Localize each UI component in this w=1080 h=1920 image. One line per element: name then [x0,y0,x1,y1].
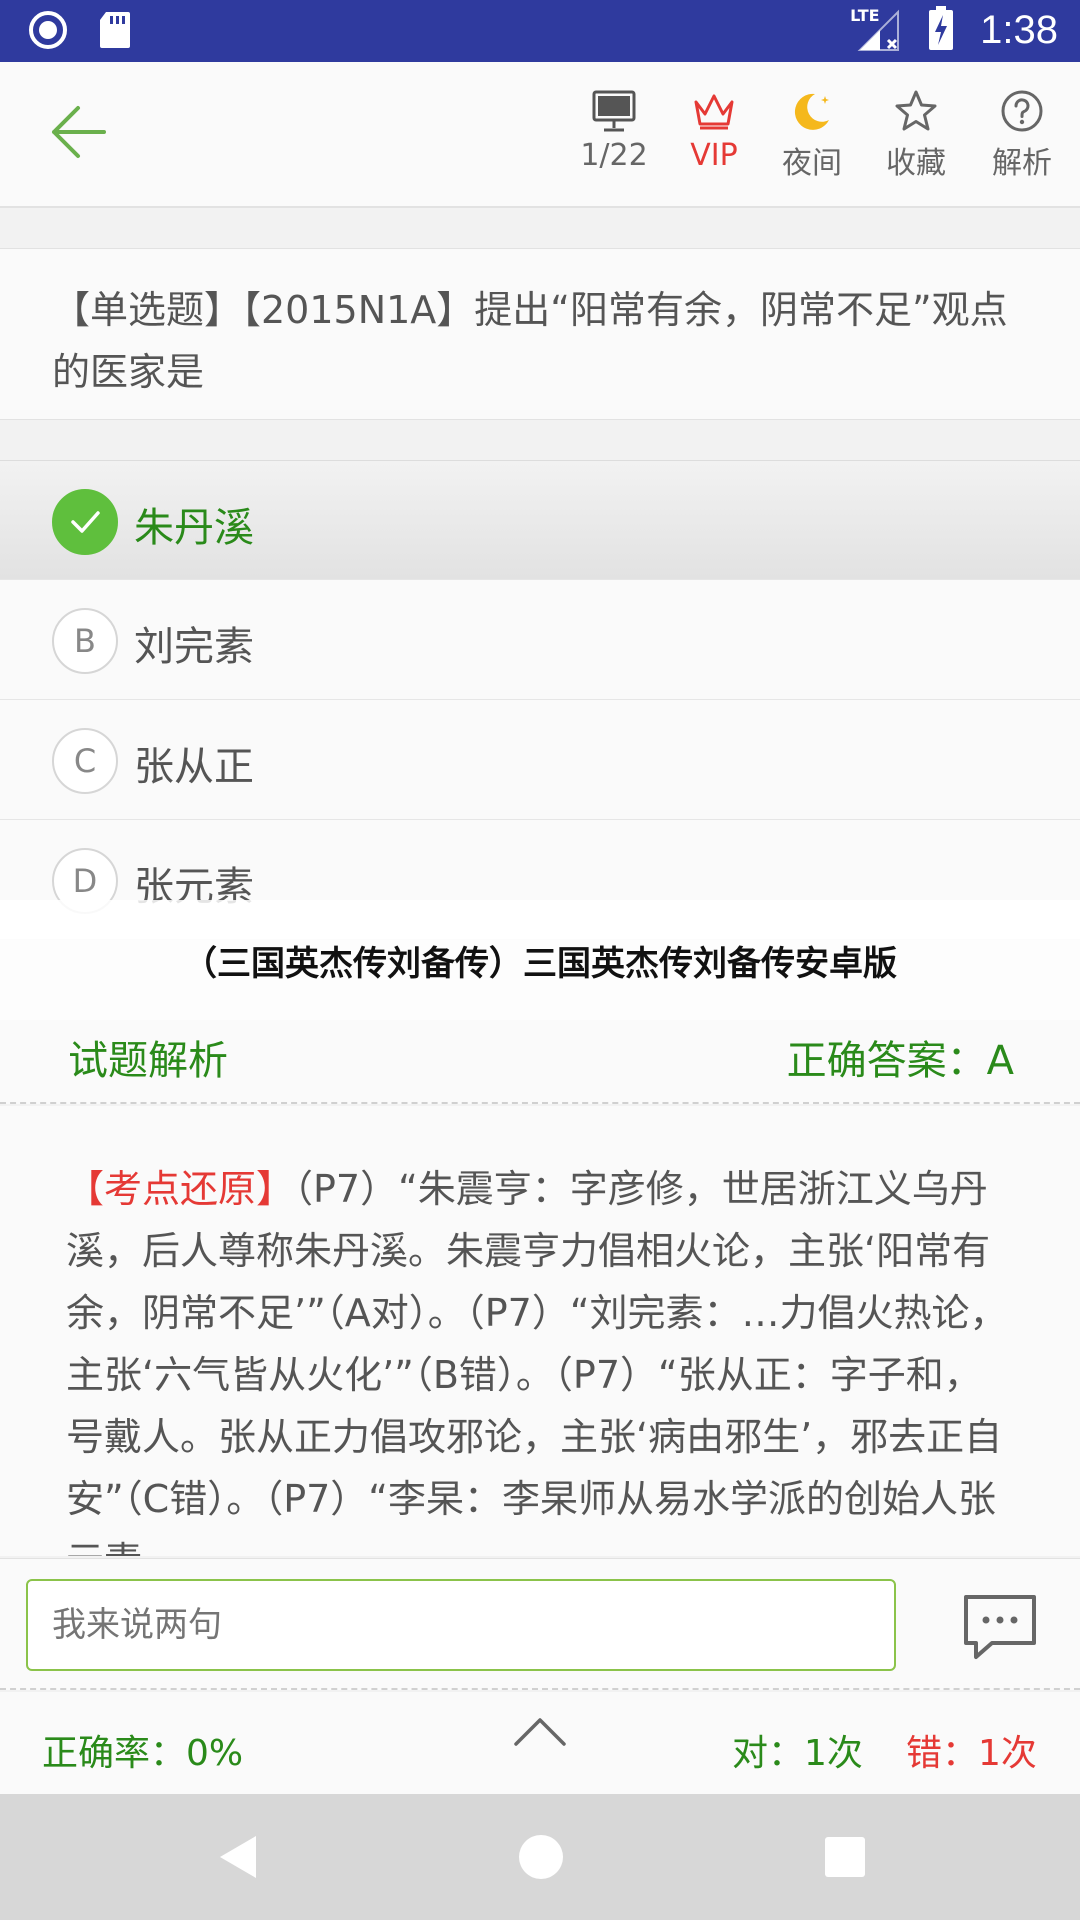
nav-recents-button[interactable] [820,1832,870,1882]
stats-bar: 正确率：0% 对：1次 错：1次 [0,1692,1080,1794]
chat-bubble-icon [964,1595,1036,1659]
comment-input[interactable] [26,1579,896,1671]
analysis-header: 试题解析 正确答案：A [0,1020,1080,1104]
analysis-body: 【考点还原】（P7）“朱震亨：字彦修，世居浙江义乌丹溪，后人尊称朱丹溪。朱震亨力… [0,1106,1080,1556]
moon-icon [794,93,829,130]
option-letter: C [52,728,118,794]
favorite-label: 收藏 [886,146,946,181]
status-bar: LTE 1:38 [0,0,1080,62]
wrong-count: 错：1次 [906,1733,1037,1774]
nav-back-button[interactable] [214,1832,264,1882]
navigation-bar [0,1794,1080,1920]
analysis-text: （P7）“朱震亨：字彦修，世居浙江义乌丹溪，后人尊称朱丹溪。朱震亨力倡相火论，主… [66,1167,1008,1556]
back-button[interactable] [48,102,108,162]
question-text: 【单选题】【2015N1A】提出“阳常有余，阴常不足”观点的医家是 [52,288,1008,394]
lte-signal-icon: LTE [850,6,902,54]
correct-check-icon [52,489,118,555]
analysis-label: 解析 [992,146,1052,181]
crown-icon [694,94,734,130]
option-b[interactable]: B 刘完素 [0,580,1080,700]
vip-label: VIP [690,138,738,173]
analysis-tag: 【考点还原】 [66,1167,295,1211]
record-icon [28,10,68,54]
chevron-up-icon [514,1718,566,1746]
question-counter-button[interactable]: 1/22 [564,88,664,188]
analysis-button[interactable]: 解析 [972,88,1072,188]
option-text: 朱丹溪 [134,505,254,551]
option-c[interactable]: C 张从正 [0,700,1080,820]
correct-answer: 正确答案：A [786,1038,1014,1084]
option-text: 张从正 [134,744,254,790]
monitor-icon [592,90,636,132]
option-text: 刘完素 [134,624,254,670]
circle-home-icon [519,1835,563,1879]
nav-home-button[interactable] [516,1832,566,1882]
star-icon [895,90,937,131]
night-mode-label: 夜间 [782,146,842,181]
help-icon [1001,90,1043,132]
square-recents-icon [825,1837,865,1877]
battery-charging-icon [928,6,954,54]
question-counter: 1/22 [580,138,648,173]
vip-button[interactable]: VIP [664,88,764,188]
banner-text: （三国英杰传刘备传）三国英杰传刘备传安卓版 [183,943,897,984]
comment-button[interactable] [962,1593,1038,1663]
accuracy-rate: 正确率：0% [42,1733,244,1774]
back-arrow-icon [52,106,106,158]
status-time: 1:38 [980,7,1058,52]
sd-card-icon [98,10,132,54]
top-toolbar: 1/22 VIP 夜间 收藏 解析 [0,62,1080,208]
analysis-title: 试题解析 [68,1038,228,1084]
right-count: 对：1次 [732,1733,863,1774]
expand-button[interactable] [510,1710,570,1750]
question-stem: 【单选题】【2015N1A】提出“阳常有余，阴常不足”观点的医家是 [0,248,1080,420]
option-a[interactable]: 朱丹溪 [0,460,1080,580]
overlay-banner: （三国英杰传刘备传）三国英杰传刘备传安卓版 [0,900,1080,1020]
triangle-back-icon [220,1836,256,1878]
option-list: 朱丹溪 B 刘完素 C 张从正 D 张元素 [0,460,1080,940]
option-letter: B [52,608,118,674]
comment-bar [0,1558,1080,1690]
favorite-button[interactable]: 收藏 [866,88,966,188]
night-mode-button[interactable]: 夜间 [762,88,862,188]
